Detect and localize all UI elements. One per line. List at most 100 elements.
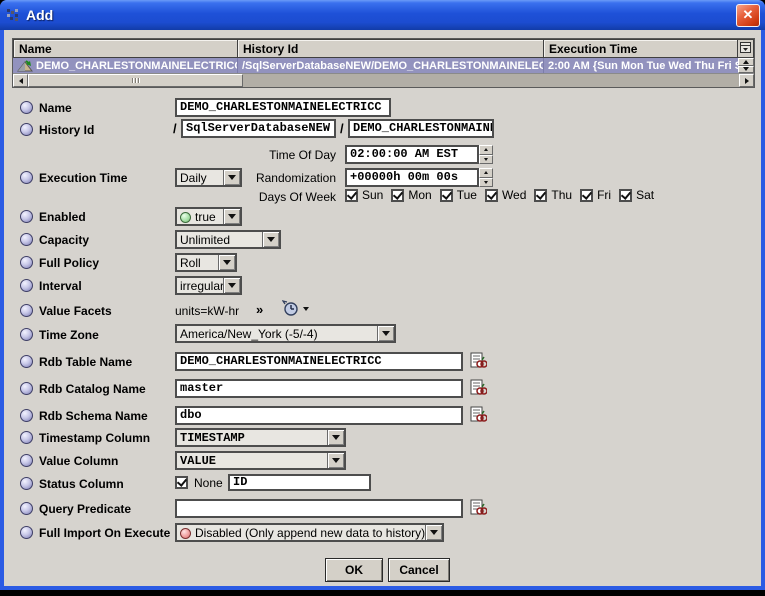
dropdown-button[interactable] (262, 232, 279, 247)
query-predicate-input[interactable] (175, 499, 463, 518)
table-header-row: Name History Id Execution Time (13, 39, 754, 58)
horizontal-scroll-track[interactable] (243, 74, 739, 87)
day-checkbox[interactable] (534, 189, 547, 202)
capacity-label: Capacity (39, 233, 89, 247)
timestamp-column-label: Timestamp Column (39, 431, 150, 445)
table-row[interactable]: DEMO_CHARLESTONMAINELECTRICC /SqlServerD… (13, 58, 754, 73)
day-checkbox[interactable] (391, 189, 404, 202)
full-policy-dropdown[interactable]: Roll (175, 253, 237, 272)
time-zone-dropdown[interactable]: America/New_York (-5/-4) (175, 324, 396, 343)
column-header-execution-time[interactable]: Execution Time (544, 39, 738, 58)
history-child-input[interactable]: DEMO_CHARLESTONMAINE (348, 119, 494, 138)
enabled-radio[interactable] (20, 210, 33, 223)
rdb-table-name-radio[interactable] (20, 355, 33, 368)
name-input[interactable]: DEMO_CHARLESTONMAINELECTRICC (175, 98, 391, 117)
randomization-input[interactable]: +00000h 00m 00s (345, 168, 479, 187)
day-checkbox[interactable] (619, 189, 632, 202)
status-none-checkbox[interactable] (175, 476, 188, 489)
value-facets-radio[interactable] (20, 304, 33, 317)
name-chooser-button[interactable] (470, 406, 488, 424)
spin-down-button[interactable] (479, 155, 493, 165)
ok-button[interactable]: OK (325, 558, 383, 582)
status-column-input[interactable]: ID (228, 474, 371, 491)
dropdown-button[interactable] (425, 525, 442, 540)
days-of-week-label: Days Of Week (211, 190, 336, 204)
full-import-dropdown[interactable]: Disabled (Only append new data to histor… (175, 523, 444, 542)
scroll-right-button[interactable] (739, 74, 754, 87)
day-checkbox[interactable] (440, 189, 453, 202)
history-config-table: Name History Id Execution Time DEMO_CHAR… (12, 38, 755, 88)
spin-up-button[interactable] (479, 168, 493, 178)
day-item: Wed (485, 188, 526, 202)
dropdown-button[interactable] (223, 209, 240, 224)
rdb-schema-name-input[interactable]: dbo (175, 406, 463, 425)
titlebar[interactable]: Add ✕ (0, 0, 765, 30)
close-button[interactable]: ✕ (736, 4, 760, 27)
dropdown-button[interactable] (218, 255, 235, 270)
cancel-button[interactable]: Cancel (388, 558, 450, 582)
facets-dropdown-arrow[interactable] (303, 307, 309, 311)
full-policy-radio[interactable] (20, 256, 33, 269)
name-chooser-button[interactable] (470, 379, 488, 397)
status-column-radio[interactable] (20, 477, 33, 490)
scroll-up-button[interactable] (738, 58, 754, 66)
path-separator: / (173, 121, 177, 136)
column-header-history-id[interactable]: History Id (238, 39, 544, 58)
true-status-icon (180, 212, 191, 223)
name-radio[interactable] (20, 101, 33, 114)
rdb-table-name-input[interactable]: DEMO_CHARLESTONMAINELECTRICC (175, 352, 463, 371)
interval-dropdown[interactable]: irregular (175, 276, 242, 295)
time-zone-radio[interactable] (20, 328, 33, 341)
row-execution-time-cell: 2:00 AM {Sun Mon Tue Wed Thu Fri Sat} (544, 58, 738, 73)
table-options-button[interactable] (738, 39, 754, 58)
full-import-radio[interactable] (20, 526, 33, 539)
status-column-label: Status Column (39, 477, 124, 491)
day-label: Tue (457, 188, 477, 202)
close-icon: ✕ (743, 7, 754, 22)
rdb-catalog-name-radio[interactable] (20, 382, 33, 395)
spin-down-button[interactable] (479, 178, 493, 188)
scroll-down-button[interactable] (738, 66, 754, 74)
rdb-schema-name-radio[interactable] (20, 409, 33, 422)
day-checkbox[interactable] (345, 189, 358, 202)
name-chooser-button[interactable] (470, 499, 488, 517)
query-predicate-radio[interactable] (20, 502, 33, 515)
day-label: Sat (636, 188, 654, 202)
horizontal-scroll-thumb[interactable] (28, 74, 243, 87)
column-header-name[interactable]: Name (13, 39, 238, 58)
history-parent-input[interactable]: SqlServerDatabaseNEW (181, 119, 336, 138)
timestamp-column-dropdown[interactable]: TIMESTAMP (175, 428, 346, 447)
history-id-radio[interactable] (20, 123, 33, 136)
spin-up-button[interactable] (479, 145, 493, 155)
add-dialog: Add ✕ Name History Id Execution Time (0, 0, 765, 590)
execution-time-radio[interactable] (20, 171, 33, 184)
value-column-dropdown[interactable]: VALUE (175, 451, 346, 470)
day-label: Thu (551, 188, 572, 202)
name-chooser-button[interactable] (470, 352, 488, 370)
timestamp-column-radio[interactable] (20, 431, 33, 444)
capacity-dropdown[interactable]: Unlimited (175, 230, 281, 249)
time-of-day-spinner[interactable] (479, 145, 493, 164)
value-column-value: VALUE (177, 453, 327, 468)
table-horizontal-scrollbar[interactable] (13, 73, 754, 87)
dropdown-button[interactable] (327, 453, 344, 468)
randomization-spinner[interactable] (479, 168, 493, 187)
enabled-field-header: Enabled (20, 207, 86, 226)
facets-clock-history-button[interactable] (282, 300, 300, 318)
scroll-left-button[interactable] (13, 74, 28, 87)
time-of-day-input[interactable]: 02:00:00 AM EST (345, 145, 479, 164)
dropdown-button[interactable] (327, 430, 344, 445)
dropdown-button[interactable] (223, 278, 240, 293)
table-vertical-scrollbar[interactable] (738, 58, 754, 73)
capacity-field-header: Capacity (20, 230, 89, 249)
facets-expand-button[interactable]: » (256, 302, 263, 317)
day-checkbox[interactable] (485, 189, 498, 202)
dropdown-button[interactable] (377, 326, 394, 341)
day-checkbox[interactable] (580, 189, 593, 202)
interval-radio[interactable] (20, 279, 33, 292)
capacity-radio[interactable] (20, 233, 33, 246)
value-column-radio[interactable] (20, 454, 33, 467)
enabled-dropdown[interactable]: true (175, 207, 242, 226)
rdb-catalog-name-input[interactable]: master (175, 379, 463, 398)
rdb-schema-name-field-header: Rdb Schema Name (20, 406, 148, 425)
